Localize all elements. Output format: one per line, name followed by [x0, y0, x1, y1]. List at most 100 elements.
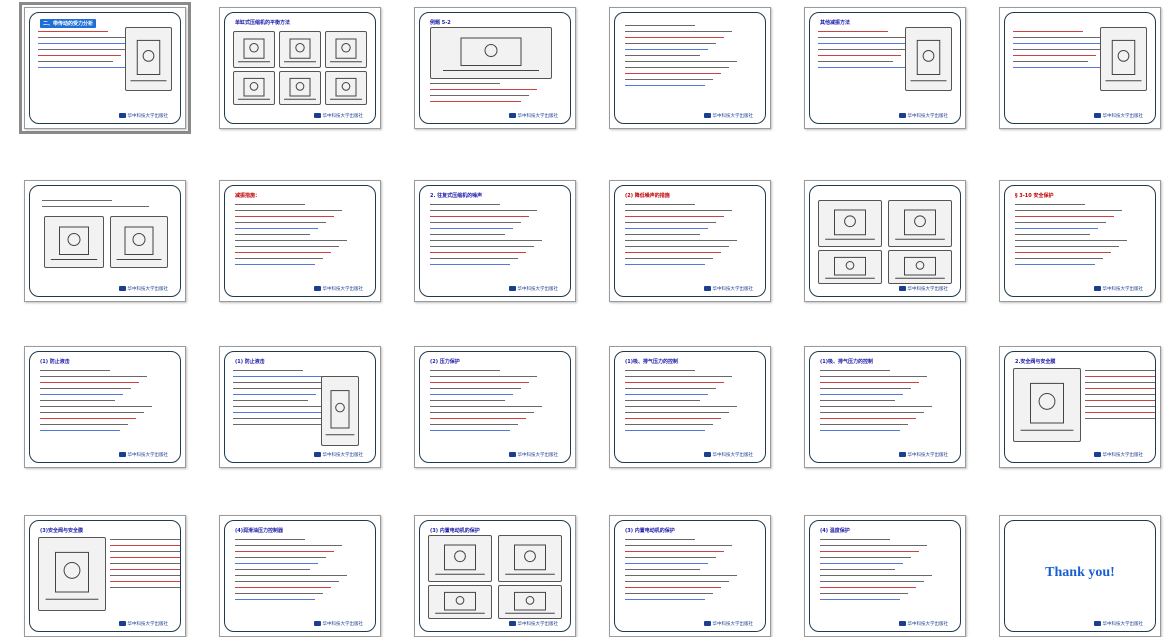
publisher-logo: 华中科技大学出版社	[704, 621, 754, 627]
slide-canvas: (3) 内置电动机的保护 华中科技大学出版社	[609, 515, 771, 637]
text-line	[38, 31, 108, 33]
slide-frame: 单缸式压缩机的平衡方法 华中科技大学出版社	[224, 12, 376, 124]
slide-thumbnail[interactable]: 单缸式压缩机的平衡方法 华中科技大学出版社	[219, 7, 381, 129]
slide-canvas: 2. 往复式压缩机的噪声 华中科技大学出版社	[414, 180, 576, 302]
figure-drawing	[428, 535, 492, 582]
text-line	[625, 599, 705, 601]
slide-thumbnail[interactable]: 华中科技大学出版社	[999, 7, 1161, 129]
slide-canvas: (1)吸、排气压力的控制 华中科技大学出版社	[804, 346, 966, 468]
figure-drawing	[325, 71, 367, 105]
figure-drawing	[44, 216, 104, 268]
slide-thumbnail[interactable]: 二、带传动的受力分析 华中科技大学出版社	[19, 2, 191, 134]
slide-thumbnail[interactable]: Thank you! 华中科技大学出版社	[999, 515, 1161, 637]
text-line	[40, 406, 152, 408]
slide-footer: 华中科技大学出版社	[810, 111, 960, 119]
text-line	[1085, 406, 1155, 408]
text-line	[625, 388, 716, 390]
slide-frame: 华中科技大学出版社	[614, 12, 766, 124]
slide-frame: § 3-10 安全保护 华中科技大学出版社	[1004, 185, 1156, 297]
text-line	[430, 89, 537, 91]
slide-thumbnail[interactable]: (4) 温度保护 华中科技大学出版社	[804, 515, 966, 637]
text-line	[40, 424, 128, 426]
slide-thumbnail[interactable]: (1)吸、排气压力的控制 华中科技大学出版社	[609, 346, 771, 468]
text-line	[40, 376, 147, 378]
text-line	[110, 563, 180, 565]
slide-thumbnail[interactable]: 例题 5-2 华中科技大学出版社	[414, 7, 576, 129]
figure-sketch	[238, 38, 270, 63]
text-line	[818, 49, 909, 51]
slide-thumbnail[interactable]: (3) 内置电动机的保护 华中科技大学出版社	[414, 515, 576, 637]
text-line	[1013, 61, 1088, 63]
slide-thumbnail[interactable]: 减振措施： 华中科技大学出版社	[219, 180, 381, 302]
slide-footer: 华中科技大学出版社	[420, 619, 570, 627]
slide-thumbnail[interactable]: (1) 防止液击 华中科技大学出版社	[219, 346, 381, 468]
slide-thumbnail[interactable]: 2. 往复式压缩机的噪声 华中科技大学出版社	[414, 180, 576, 302]
publisher-logo: 华中科技大学出版社	[1094, 113, 1144, 119]
publisher-logo: 华中科技大学出版社	[119, 452, 169, 458]
slide-footer: 华中科技大学出版社	[1005, 111, 1155, 119]
slide-thumbnail[interactable]: 华中科技大学出版社	[609, 7, 771, 129]
figure-drawing	[279, 71, 321, 105]
slide-thumbnail[interactable]: (2) 压力保护 华中科技大学出版社	[414, 346, 576, 468]
slide-thumbnail[interactable]: (4)润滑油压力控制器 华中科技大学出版社	[219, 515, 381, 637]
text-line	[625, 406, 737, 408]
figure-sketch	[1105, 39, 1142, 82]
text-line	[625, 228, 708, 230]
text-line	[38, 43, 137, 45]
text-line	[1015, 246, 1119, 248]
slide-canvas: § 3-10 安全保护 华中科技大学出版社	[999, 180, 1161, 302]
slide-thumbnail[interactable]: (2) 降低噪声的措施 华中科技大学出版社	[609, 180, 771, 302]
text-line	[820, 394, 903, 396]
slide-thumbnail[interactable]: (1)吸、排气压力的控制 华中科技大学出版社	[804, 346, 966, 468]
text-line	[233, 382, 332, 384]
slide-thumbnail[interactable]: § 3-10 安全保护 华中科技大学出版社	[999, 180, 1161, 302]
text-line	[430, 370, 500, 372]
text-line	[1085, 412, 1155, 414]
figure-sketch	[130, 39, 167, 82]
text-line	[820, 412, 924, 414]
slide-canvas: 减振措施： 华中科技大学出版社	[219, 180, 381, 302]
text-line	[235, 222, 326, 224]
figure-sketch	[284, 38, 316, 63]
text-line	[625, 400, 700, 402]
slide-thumbnail[interactable]: 华中科技大学出版社	[804, 180, 966, 302]
publisher-logo: 华中科技大学出版社	[1094, 452, 1144, 458]
slide-thumbnail[interactable]: 2.安全阀与安全膜 华中科技大学出版社	[999, 346, 1161, 468]
text-line	[40, 388, 131, 390]
slide-thumbnail[interactable]: 其他减振方法 华中科技大学出版社	[804, 7, 966, 129]
slide-title: (1) 防止液击	[40, 359, 70, 365]
slide-thumbnail[interactable]: 华中科技大学出版社	[24, 180, 186, 302]
figure-sketch	[910, 39, 947, 82]
text-line	[430, 258, 518, 260]
text-line	[625, 382, 724, 384]
text-line	[110, 587, 180, 589]
figure-drawing	[888, 250, 952, 284]
text-line	[1013, 55, 1096, 57]
slide-frame: 减振措施： 华中科技大学出版社	[224, 185, 376, 297]
text-line	[235, 581, 339, 583]
slide-footer: 华中科技大学出版社	[30, 450, 180, 458]
text-line	[1015, 258, 1103, 260]
text-line	[1015, 240, 1127, 242]
text-line	[625, 31, 732, 33]
text-line	[625, 216, 724, 218]
slide-thumbnail[interactable]: (3)安全阀与安全膜 华中科技大学出版社	[24, 515, 186, 637]
text-line	[820, 575, 932, 577]
text-line	[1015, 216, 1114, 218]
text-line	[235, 228, 318, 230]
text-line	[235, 557, 326, 559]
text-line	[1085, 370, 1155, 372]
text-line	[38, 55, 121, 57]
text-line	[430, 264, 510, 266]
text-line	[625, 394, 708, 396]
slide-thumbnail[interactable]: (3) 内置电动机的保护 华中科技大学出版社	[609, 515, 771, 637]
slide-thumbnail[interactable]: (1) 防止液击华中科技大学出版社	[24, 346, 186, 468]
text-line	[820, 406, 932, 408]
text-line	[1013, 49, 1104, 51]
publisher-logo: 华中科技大学出版社	[509, 452, 559, 458]
slide-canvas: (2) 降低噪声的措施 华中科技大学出版社	[609, 180, 771, 302]
text-line	[235, 234, 310, 236]
text-line	[235, 216, 334, 218]
text-line	[625, 25, 695, 27]
figure-sketch	[895, 256, 945, 279]
